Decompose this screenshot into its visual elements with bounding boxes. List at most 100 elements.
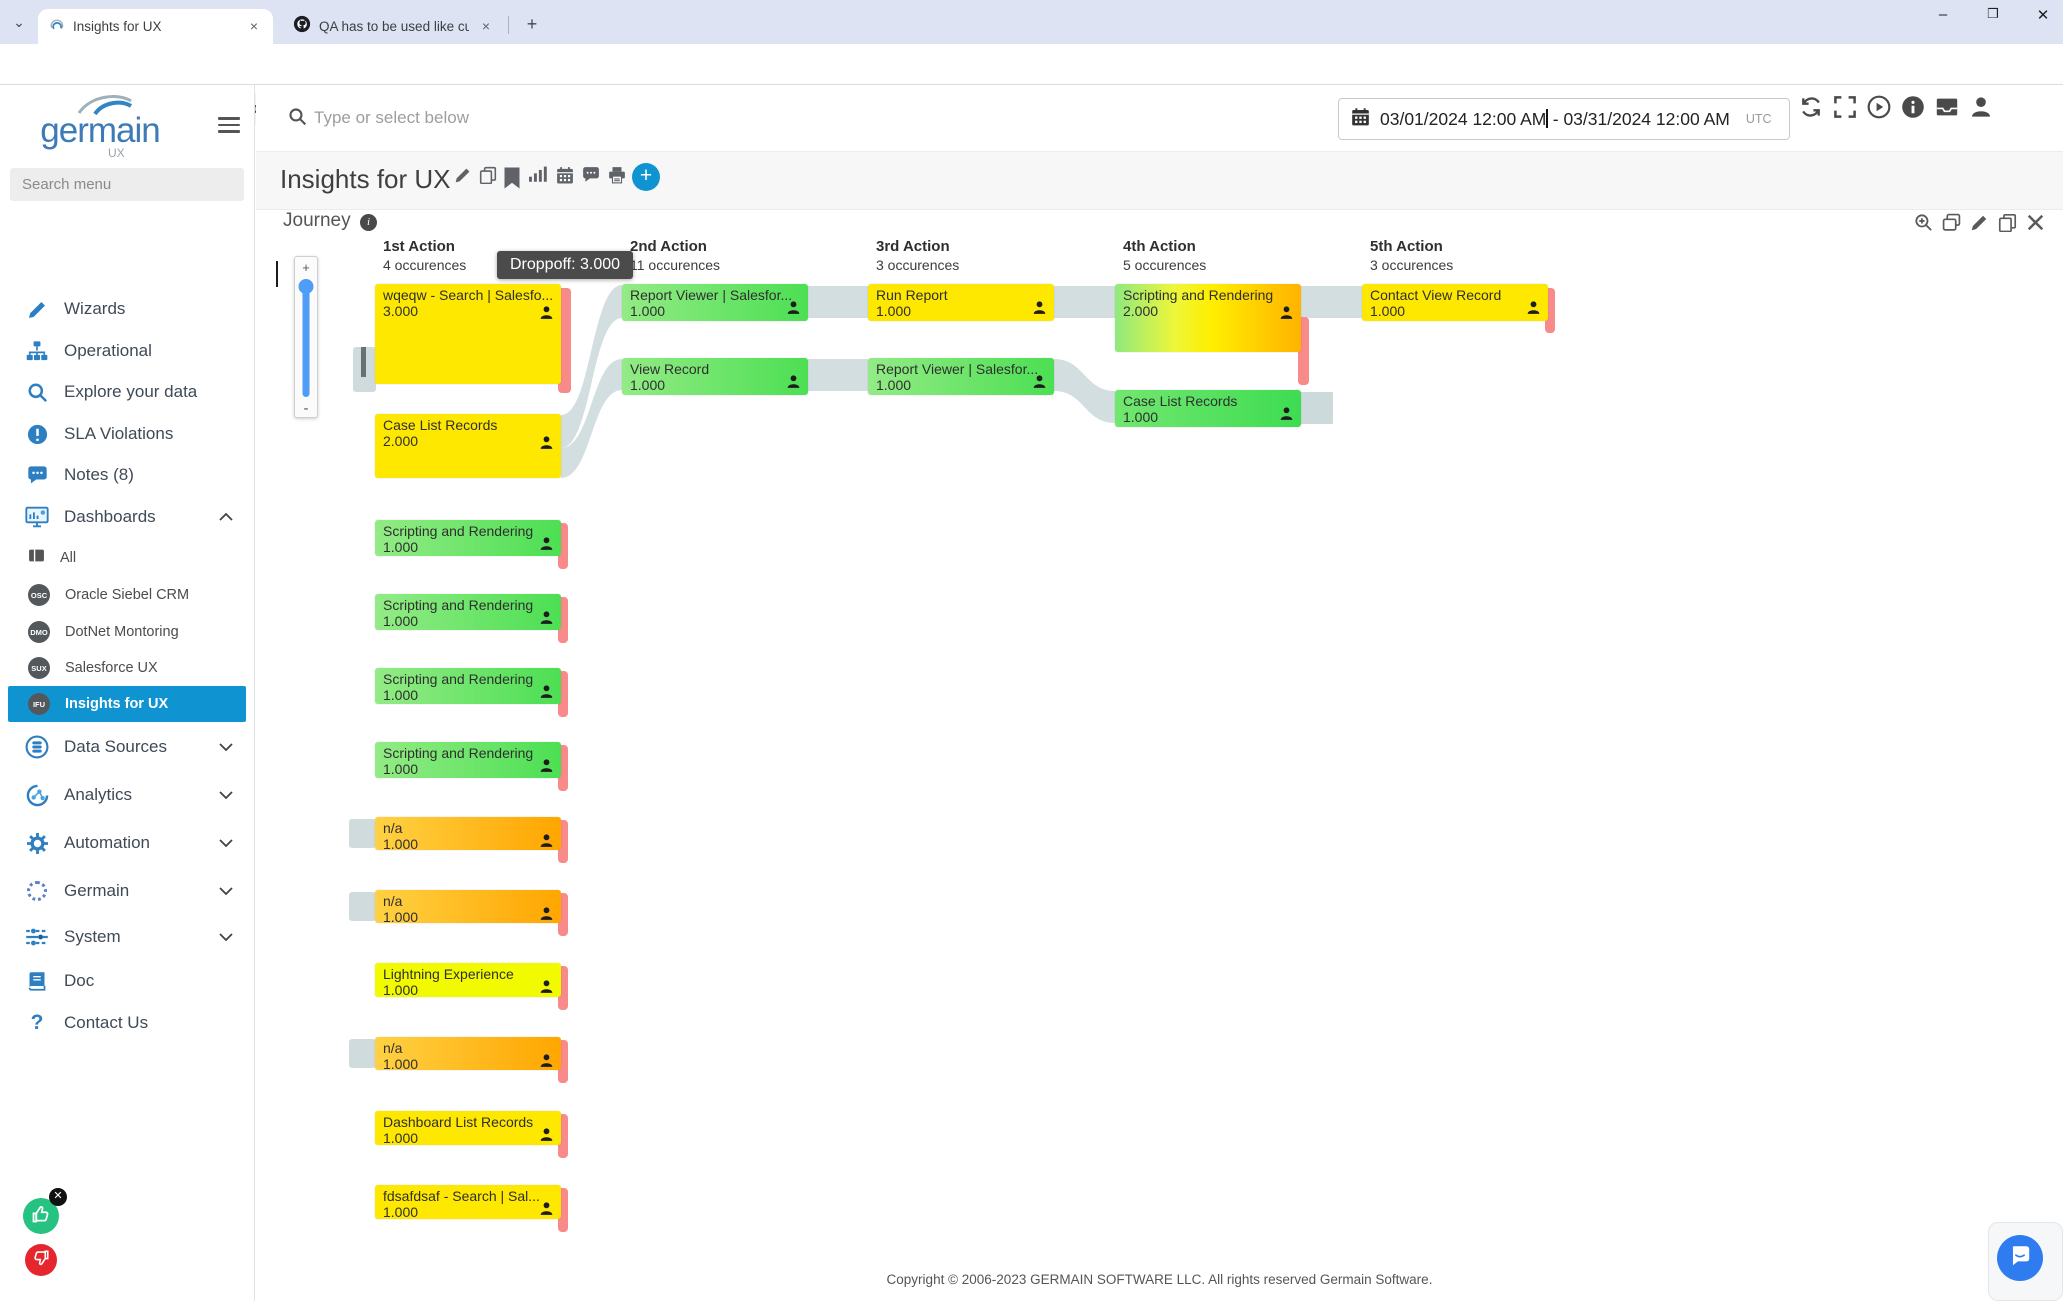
close-icon[interactable] bbox=[2026, 213, 2045, 232]
tab-close-icon[interactable]: × bbox=[477, 18, 495, 36]
chat-button[interactable] bbox=[1997, 1235, 2043, 1281]
journey-node[interactable]: fdsafdsaf - Search | Sal...1.000 bbox=[375, 1185, 561, 1219]
zoom-slider[interactable]: + - bbox=[294, 256, 318, 418]
sidebar-item-explore[interactable]: Explore your data bbox=[0, 372, 255, 412]
journey-node[interactable]: Run Report1.000 bbox=[868, 284, 1054, 321]
user-icon[interactable] bbox=[1969, 95, 1993, 119]
inbox-icon[interactable] bbox=[1935, 95, 1959, 119]
sidebar-item-wizards[interactable]: Wizards bbox=[0, 289, 255, 329]
browser-tab-active[interactable]: Insights for UX × bbox=[38, 9, 273, 44]
edit-icon[interactable] bbox=[454, 166, 472, 184]
sidebar-item-dashboard-oracle-siebel[interactable]: OSC Oracle Siebel CRM bbox=[8, 577, 246, 613]
sidebar-item-dashboards[interactable]: Dashboards bbox=[0, 497, 255, 537]
sidebar-item-sla-violations[interactable]: SLA Violations bbox=[0, 414, 255, 454]
tab-search-chevron-icon[interactable]: ⌄ bbox=[8, 12, 30, 34]
dropoff-strip[interactable] bbox=[558, 523, 568, 569]
chevron-down-icon bbox=[219, 928, 233, 946]
journey-node[interactable]: wqeqw - Search | Salesfo...3.000 bbox=[375, 284, 561, 384]
zoom-out-label[interactable]: - bbox=[295, 401, 317, 416]
sidebar-item-analytics[interactable]: Analytics bbox=[0, 773, 255, 817]
minimize-button[interactable]: – bbox=[1935, 6, 1951, 24]
journey-node[interactable]: Case List Records1.000 bbox=[1115, 390, 1301, 427]
journey-link bbox=[1054, 359, 1115, 423]
journey-node[interactable]: Report Viewer | Salesfor...1.000 bbox=[868, 358, 1054, 395]
sidebar-search-input[interactable]: Search menu bbox=[10, 168, 244, 201]
dropoff-strip[interactable] bbox=[558, 671, 568, 717]
journey-node[interactable]: Contact View Record1.000 bbox=[1362, 284, 1548, 321]
sidebar-item-dashboard-insights-for-ux[interactable]: IFU Insights for UX bbox=[8, 686, 246, 722]
zoom-in-icon[interactable] bbox=[1914, 213, 1933, 232]
browser-tab-inactive[interactable]: QA has to be used like custome × bbox=[283, 9, 505, 44]
play-icon[interactable] bbox=[1867, 95, 1891, 119]
dropoff-strip[interactable] bbox=[558, 597, 568, 643]
sidebar-item-operational[interactable]: Operational bbox=[0, 331, 255, 371]
dropoff-strip[interactable] bbox=[558, 893, 568, 936]
sidebar-item-dashboard-all[interactable]: All bbox=[8, 540, 246, 576]
dropoff-strip[interactable] bbox=[1298, 317, 1309, 385]
journey-node[interactable]: Scripting and Rendering1.000 bbox=[375, 668, 561, 704]
chevron-down-icon bbox=[219, 834, 233, 852]
dropoff-strip[interactable] bbox=[558, 1040, 568, 1083]
journey-node[interactable]: n/a1.000 bbox=[375, 817, 561, 850]
journey-node[interactable]: Scripting and Rendering1.000 bbox=[375, 742, 561, 778]
tab-close-icon[interactable]: × bbox=[245, 18, 263, 36]
journey-link bbox=[808, 359, 868, 391]
dropoff-strip[interactable] bbox=[558, 1188, 568, 1232]
slider-handle[interactable] bbox=[299, 279, 314, 294]
restore-icon[interactable] bbox=[1942, 213, 1961, 232]
dropoff-strip[interactable] bbox=[558, 1114, 568, 1158]
edit-icon[interactable] bbox=[1970, 213, 1989, 232]
sidebar-item-contact-us[interactable]: ? Contact Us bbox=[0, 1003, 255, 1043]
dropoff-strip[interactable] bbox=[558, 288, 571, 393]
dropoff-strip[interactable] bbox=[1545, 288, 1555, 333]
zoom-in-label[interactable]: + bbox=[295, 260, 317, 275]
journey-node[interactable]: Dashboard List Records1.000 bbox=[375, 1111, 561, 1145]
sidebar-item-dashboard-salesforce-ux[interactable]: SUX Salesforce UX bbox=[8, 650, 246, 686]
sidebar-item-germain[interactable]: Germain bbox=[0, 869, 255, 913]
dropoff-tooltip: Droppoff: 3.000 bbox=[497, 251, 633, 279]
add-button[interactable]: + bbox=[632, 163, 660, 191]
thumbs-down-button[interactable] bbox=[25, 1244, 57, 1276]
calendar-icon[interactable] bbox=[556, 166, 574, 184]
fullscreen-icon[interactable] bbox=[1833, 95, 1857, 119]
dropoff-strip[interactable] bbox=[558, 745, 568, 791]
sidebar-item-data-sources[interactable]: Data Sources bbox=[0, 725, 255, 769]
info-icon[interactable]: i bbox=[360, 214, 377, 231]
copy-icon[interactable] bbox=[479, 166, 497, 184]
global-search-input[interactable]: Type or select below bbox=[314, 108, 469, 128]
window-close-button[interactable]: ✕ bbox=[2035, 6, 2051, 24]
dismiss-feedback-icon[interactable]: ✕ bbox=[49, 1188, 67, 1206]
person-icon bbox=[1032, 374, 1047, 389]
journey-node[interactable]: n/a1.000 bbox=[375, 890, 561, 923]
journey-node[interactable]: Scripting and Rendering2.000 bbox=[1115, 284, 1301, 352]
journey-node[interactable]: Case List Records2.000 bbox=[375, 414, 561, 478]
bookmark-icon[interactable] bbox=[503, 166, 521, 184]
comment-icon[interactable] bbox=[582, 166, 600, 184]
journey-node[interactable]: Scripting and Rendering1.000 bbox=[375, 594, 561, 630]
print-icon[interactable] bbox=[608, 166, 626, 184]
sidebar-item-doc[interactable]: Doc bbox=[0, 961, 255, 1001]
dropoff-strip[interactable] bbox=[558, 820, 568, 863]
new-tab-button[interactable]: + bbox=[520, 13, 544, 37]
journey-node[interactable]: n/a1.000 bbox=[375, 1037, 561, 1070]
chart-bars-icon[interactable] bbox=[529, 166, 547, 184]
refresh-icon[interactable] bbox=[1799, 95, 1823, 119]
hamburger-menu-icon[interactable] bbox=[218, 117, 240, 133]
sidebar-item-system[interactable]: System bbox=[0, 915, 255, 959]
dropoff-strip[interactable] bbox=[558, 966, 568, 1010]
info-icon[interactable] bbox=[1901, 95, 1925, 119]
sidebar-item-dashboard-dotnet[interactable]: DMO DotNet Montoring bbox=[8, 614, 246, 650]
journey-node[interactable]: Report Viewer | Salesfor...1.000 bbox=[622, 284, 808, 321]
maximize-button[interactable]: ❒ bbox=[1985, 6, 2001, 24]
date-range-picker[interactable]: 03/01/2024 12:00 AM - 03/31/2024 12:00 A… bbox=[1338, 98, 1790, 140]
copy-icon[interactable] bbox=[1998, 213, 2017, 232]
sidebar-item-automation[interactable]: Automation bbox=[0, 821, 255, 865]
sidebar-item-notes[interactable]: Notes (8) bbox=[0, 455, 255, 495]
chevron-up-icon bbox=[219, 508, 233, 526]
slider-track[interactable] bbox=[303, 285, 310, 397]
journey-node[interactable]: Lightning Experience1.000 bbox=[375, 963, 561, 997]
date-range-text[interactable]: 03/01/2024 12:00 AM - 03/31/2024 12:00 A… bbox=[1380, 109, 1730, 130]
node-value: 1.000 bbox=[375, 761, 561, 777]
journey-node[interactable]: View Record1.000 bbox=[622, 358, 808, 395]
journey-node[interactable]: Scripting and Rendering1.000 bbox=[375, 520, 561, 556]
